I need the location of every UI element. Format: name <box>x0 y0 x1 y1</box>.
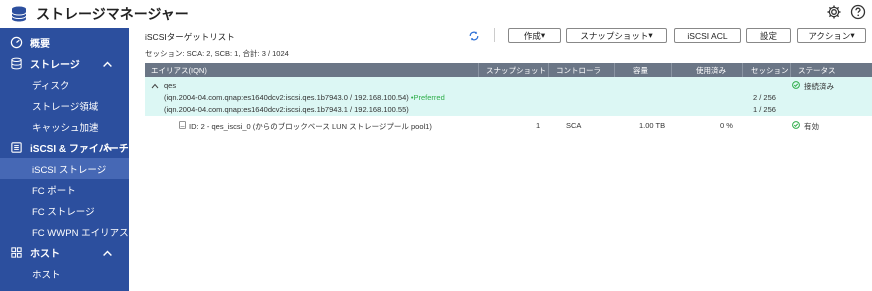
settings-button[interactable]: 設定 <box>746 28 791 43</box>
column-divider <box>614 63 615 77</box>
create-button-label: 作成 <box>523 30 541 41</box>
table-header: エイリアス(IQN) スナップショット コントローラ 容量 使用済み セッション… <box>145 63 872 77</box>
target-alias: qes <box>164 81 177 90</box>
chevron-up-icon[interactable] <box>101 247 114 260</box>
column-header-status[interactable]: ステータス <box>798 65 836 76</box>
column-divider <box>548 63 549 77</box>
connected-status-icon <box>792 81 800 89</box>
sidebar-item-label: iSCSI ストレージ <box>32 164 107 176</box>
lun-disk-icon <box>179 121 186 129</box>
toolbar: iSCSIターゲットリスト 作成 ▾ スナップショット ▾ iSCSI ACL 設定… <box>129 28 872 46</box>
iscsi-acl-button-label: iSCSI ACL <box>687 30 728 41</box>
lun-status: 有効 <box>804 122 819 131</box>
target-iqn-primary: (iqn.2004-04.com.qnap:es1640dcv2:iscsi.q… <box>164 93 445 102</box>
column-header-capacity[interactable]: 容量 <box>633 65 648 76</box>
main-content: iSCSIターゲットリスト 作成 ▾ スナップショット ▾ iSCSI ACL 設定… <box>129 28 872 291</box>
column-divider <box>478 63 479 77</box>
page-title: iSCSIターゲットリスト <box>145 32 235 42</box>
target-session-sca: 2 / 256 <box>753 93 776 102</box>
sidebar-item-fc-storage[interactable]: FC ストレージ <box>0 200 129 221</box>
chevron-up-icon[interactable] <box>101 142 114 155</box>
sidebar-item-storage-space[interactable]: ストレージ領域 <box>0 95 129 116</box>
lun-snapshot-count: 1 <box>536 121 541 130</box>
table-row-lun[interactable]: ID: 2 - qes_iscsi_0 (からのブロックベース LUN ストレー… <box>145 116 872 136</box>
sidebar-item-overview[interactable]: 概要 <box>0 32 129 53</box>
sidebar-item-label: FC ポート <box>32 185 76 197</box>
column-header-controller[interactable]: コントローラ <box>556 65 601 76</box>
sidebar-section-label: ストレージ <box>30 60 80 71</box>
target-iqn-primary-text: (iqn.2004-04.com.qnap:es1640dcv2:iscsi.q… <box>164 93 409 102</box>
chevron-up-icon[interactable] <box>101 58 114 71</box>
sidebar-item-disks[interactable]: ディスク <box>0 74 129 95</box>
database-icon <box>11 57 22 70</box>
column-divider <box>671 63 672 77</box>
create-button[interactable]: 作成 ▾ <box>508 28 561 43</box>
chevron-up-icon[interactable] <box>151 83 159 89</box>
sidebar-item-fc-wwpn[interactable]: FC WWPN エイリアス <box>0 221 129 242</box>
target-status: 接続済み <box>804 82 834 91</box>
database-icon <box>11 6 27 22</box>
dashboard-icon <box>10 36 23 49</box>
dropdown-caret-icon: ▾ <box>540 30 546 40</box>
lun-capacity: 1.00 TB <box>639 121 666 130</box>
app-title: ストレージマネージャー <box>36 6 189 22</box>
help-icon[interactable] <box>850 4 866 20</box>
column-divider <box>790 63 791 77</box>
sidebar-item-fc-ports[interactable]: FC ポート <box>0 179 129 200</box>
sidebar: 概要 ストレージ ディスク ストレージ領域 キャッシュ加速 iSCSI & ファ… <box>0 28 129 291</box>
target-session-scb: 1 / 256 <box>753 105 776 114</box>
title-bar: ストレージマネージャー <box>0 0 872 28</box>
sidebar-item-cache[interactable]: キャッシュ加速 <box>0 116 129 137</box>
column-header-alias[interactable]: エイリアス(IQN) <box>151 65 207 76</box>
sidebar-item-label: ホスト <box>32 269 61 281</box>
session-info: セッション: SCA: 2, SCB: 1, 合計: 3 / 1024 <box>145 49 289 58</box>
sidebar-section-host[interactable]: ホスト <box>0 242 129 263</box>
sidebar-section-iscsi[interactable]: iSCSI & ファイバーチ <box>0 137 129 158</box>
sidebar-item-label: FC ストレージ <box>32 206 95 218</box>
lun-controller: SCA <box>566 121 582 130</box>
lun-used: 0 % <box>720 121 733 130</box>
enabled-status-icon <box>792 121 800 129</box>
sidebar-item-iscsi-storage[interactable]: iSCSI ストレージ <box>0 158 129 179</box>
sidebar-item-label: 概要 <box>30 39 50 50</box>
iscsi-acl-button[interactable]: iSCSI ACL <box>674 28 741 43</box>
snapshot-button[interactable]: スナップショット ▾ <box>566 28 667 43</box>
sidebar-item-hosts[interactable]: ホスト <box>0 263 129 284</box>
table-row-target[interactable]: qes (iqn.2004-04.com.qnap:es1640dcv2:isc… <box>145 77 872 116</box>
gear-icon[interactable] <box>826 4 842 20</box>
refresh-icon[interactable] <box>468 30 480 42</box>
column-header-used[interactable]: 使用済み <box>696 65 726 76</box>
lun-name: ID: 2 - qes_iscsi_0 (からのブロックベース LUN ストレー… <box>189 122 432 131</box>
action-button[interactable]: アクション ▾ <box>797 28 866 43</box>
snapshot-button-label: スナップショット <box>580 30 649 41</box>
host-icon <box>11 247 22 258</box>
sidebar-section-storage[interactable]: ストレージ <box>0 53 129 74</box>
dropdown-caret-icon: ▾ <box>648 30 653 40</box>
settings-button-label: 設定 <box>759 30 777 41</box>
sidebar-item-label: ストレージ領域 <box>32 101 99 113</box>
sidebar-section-label: ホスト <box>30 249 60 260</box>
dropdown-caret-icon: ▾ <box>850 30 855 40</box>
sidebar-item-label: FC WWPN エイリアス <box>32 227 129 239</box>
action-button-label: アクション <box>808 30 851 41</box>
column-header-session[interactable]: セッション <box>751 65 789 76</box>
sidebar-item-label: ディスク <box>32 80 70 92</box>
target-iqn-secondary: (iqn.2004-04.com.qnap:es1640dcv2:iscsi.q… <box>164 105 409 114</box>
preferred-label: •Preferred <box>410 93 445 102</box>
column-divider <box>742 63 743 77</box>
sidebar-item-label: キャッシュ加速 <box>32 122 99 134</box>
column-header-snapshot[interactable]: スナップショット <box>486 65 546 76</box>
toolbar-divider <box>494 28 495 42</box>
iscsi-icon <box>11 142 22 153</box>
